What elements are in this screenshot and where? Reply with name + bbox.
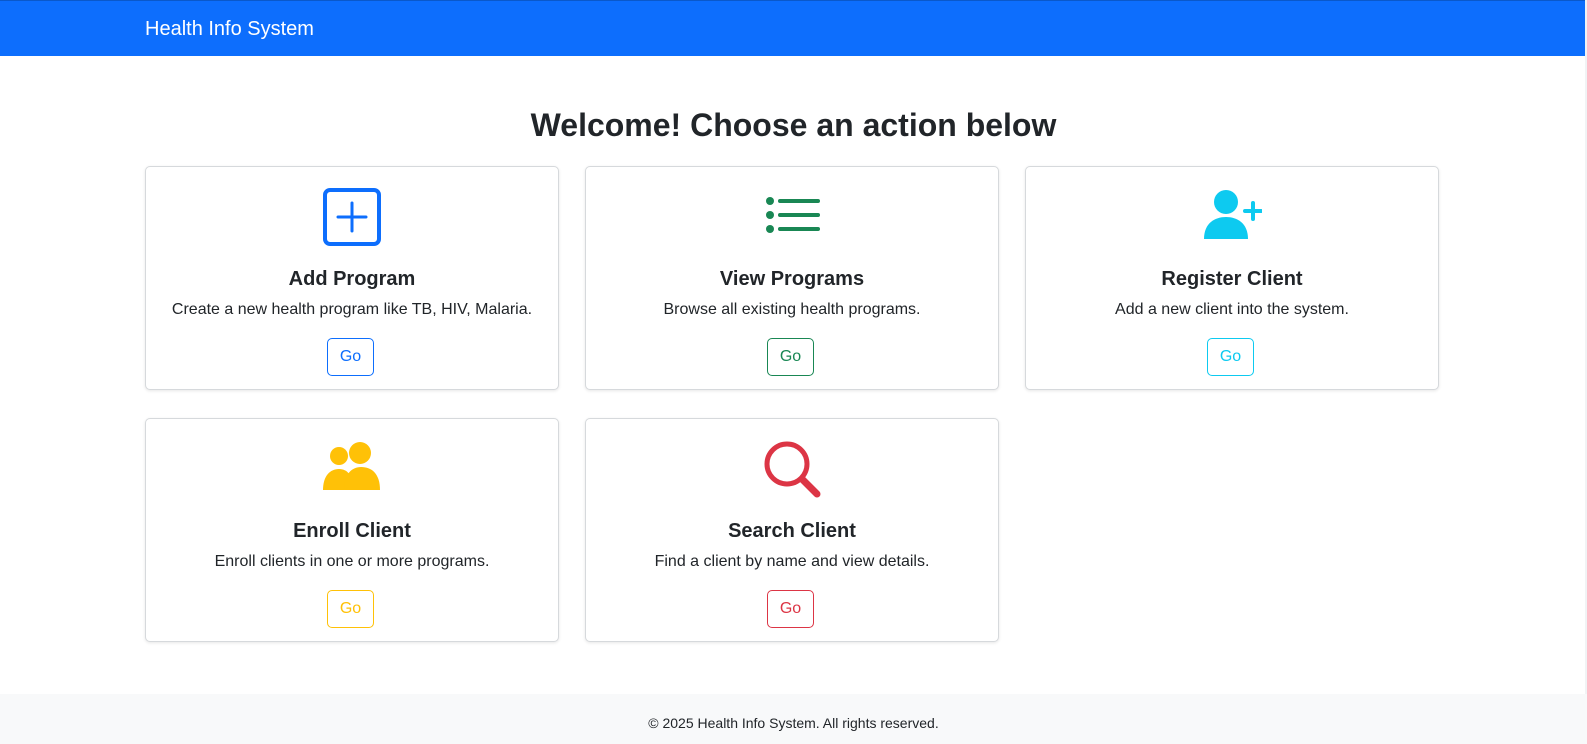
card-description: Add a new client into the system. [1115,301,1349,318]
card-title: Register Client [1161,268,1303,290]
add-program-go-button[interactable]: Go [327,338,374,376]
card-add-program: Add Program Create a new health program … [145,166,559,390]
card-view-programs: View Programs Browse all existing health… [585,166,999,390]
card-register-client: Register Client Add a new client into th… [1025,166,1439,390]
search-icon [586,439,998,499]
search-client-go-button[interactable]: Go [767,590,814,628]
view-programs-go-button[interactable]: Go [767,338,814,376]
card-enroll-client: Enroll Client Enroll clients in one or m… [145,418,559,642]
list-icon [586,187,998,247]
card-description: Enroll clients in one or more programs. [214,553,490,570]
card-description: Create a new health program like TB, HIV… [171,301,533,318]
register-client-go-button[interactable]: Go [1207,338,1254,376]
footer-copyright: © 2025 Health Info System. All rights re… [648,715,939,731]
card-title: Enroll Client [293,520,411,542]
person-plus-icon [1026,187,1438,247]
card-description: Find a client by name and view details. [654,553,930,570]
card-title: Search Client [728,520,856,542]
card-search-client: Search Client Find a client by name and … [585,418,999,642]
top-navbar: Health Info System [0,0,1587,56]
card-title: Add Program [288,268,416,290]
enroll-client-go-button[interactable]: Go [327,590,374,628]
plus-square-icon [146,187,558,247]
page-heading: Welcome! Choose an action below [530,107,1057,143]
card-title: View Programs [719,268,865,290]
card-description: Browse all existing health programs. [663,301,921,318]
brand-link[interactable]: Health Info System [145,17,314,41]
people-icon [146,439,558,499]
page-footer: © 2025 Health Info System. All rights re… [0,694,1587,744]
